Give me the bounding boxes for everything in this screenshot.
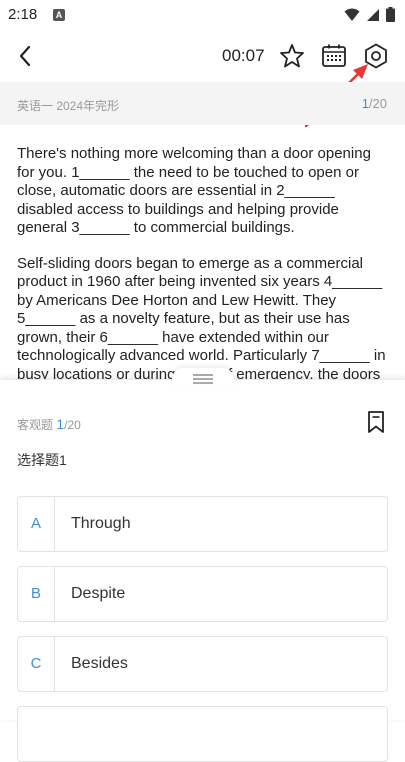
drag-handle[interactable] xyxy=(172,368,234,390)
timer: 00:07 xyxy=(222,46,265,65)
option-text: Through xyxy=(71,515,131,532)
notification-icon: A xyxy=(53,9,65,21)
question-sheet: 客观题 1/20 选择题1 A Through B Despite C Besi… xyxy=(0,368,405,762)
status-time: 2:18 xyxy=(8,6,38,23)
option-d[interactable] xyxy=(17,706,388,762)
question-progress: 1/20 xyxy=(362,96,387,111)
exam-title: 英语一 2024年完形 xyxy=(17,99,120,113)
wifi-icon xyxy=(344,8,360,21)
option-letter: C xyxy=(18,637,55,691)
status-icons xyxy=(344,7,395,22)
progress-current: 1 xyxy=(361,96,369,111)
question-title: 选择题1 xyxy=(17,452,67,468)
battery-icon xyxy=(386,7,395,22)
signal-icon xyxy=(367,8,379,21)
question-current: 1 xyxy=(56,416,65,432)
passage: There's nothing more welcoming than a do… xyxy=(17,145,389,379)
option-c[interactable]: C Besides xyxy=(17,636,388,692)
option-text: Besides xyxy=(71,655,128,672)
passage-paragraph: Self-sliding doors began to emerge as a … xyxy=(17,254,386,380)
option-letter: A xyxy=(18,497,55,551)
settings-icon[interactable] xyxy=(361,41,391,71)
back-arrow-icon[interactable] xyxy=(12,41,40,71)
question-total: /20 xyxy=(64,418,81,432)
option-a[interactable]: A Through xyxy=(17,496,388,552)
status-bar: 2:18 A xyxy=(0,0,405,32)
calendar-icon[interactable] xyxy=(319,41,349,71)
option-b[interactable]: B Despite xyxy=(17,566,388,622)
progress-total: /20 xyxy=(368,96,387,111)
passage-paragraph: There's nothing more welcoming than a do… xyxy=(17,145,371,236)
option-letter: B xyxy=(18,567,55,621)
option-text: Despite xyxy=(71,585,126,602)
bookmark-icon[interactable] xyxy=(366,410,386,434)
question-meta: 客观题 1/20 xyxy=(17,416,81,433)
toolbar: 00:07 xyxy=(0,32,405,82)
star-icon[interactable] xyxy=(277,41,307,71)
exam-info-bar: 英语一 2024年完形 1/20 xyxy=(0,82,405,125)
question-type-label: 客观题 xyxy=(17,418,54,432)
